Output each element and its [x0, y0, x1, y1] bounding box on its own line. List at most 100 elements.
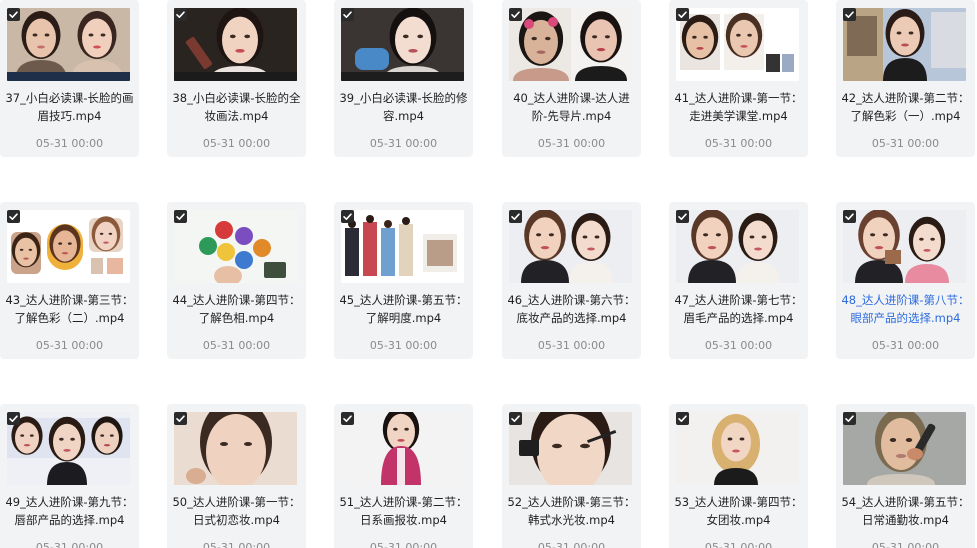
- file-card[interactable]: 41_达人进阶课-第一节：走进美学课堂.mp4 05-31 00:00: [669, 0, 808, 157]
- file-name[interactable]: 43_达人进阶课-第三节：了解色彩（二）.mp4: [4, 291, 135, 327]
- checkbox-checked-icon[interactable]: [509, 412, 522, 425]
- file-name[interactable]: 48_达人进阶课-第八节：眼部产品的选择.mp4: [840, 291, 971, 327]
- file-name[interactable]: 44_达人进阶课-第四节：了解色相.mp4: [171, 291, 302, 327]
- file-date: 05-31 00:00: [704, 541, 773, 548]
- file-date: 05-31 00:00: [202, 339, 271, 352]
- file-card[interactable]: 40_达人进阶课-达人进阶-先导片.mp4 05-31 00:00: [502, 0, 641, 157]
- checkbox-checked-icon[interactable]: [509, 8, 522, 21]
- file-name[interactable]: 54_达人进阶课-第五节：日常通勤妆.mp4: [840, 493, 971, 529]
- video-thumbnail[interactable]: [509, 210, 632, 283]
- thumbnail-image: [7, 210, 130, 283]
- thumbnail-image: [676, 8, 799, 81]
- file-name[interactable]: 45_达人进阶课-第五节：了解明度.mp4: [338, 291, 469, 327]
- video-thumbnail[interactable]: [676, 210, 799, 283]
- checkbox-checked-icon[interactable]: [7, 412, 20, 425]
- video-thumbnail[interactable]: [174, 412, 297, 485]
- file-card[interactable]: 48_达人进阶课-第八节：眼部产品的选择.mp4 05-31 00:00: [836, 202, 975, 359]
- checkbox-checked-icon[interactable]: [676, 210, 689, 223]
- checkbox-checked-icon[interactable]: [676, 412, 689, 425]
- file-date: 05-31 00:00: [704, 137, 773, 150]
- file-card[interactable]: 53_达人进阶课-第四节：女团妆.mp4 05-31 00:00: [669, 404, 808, 548]
- thumbnail-image: [509, 412, 632, 485]
- video-thumbnail[interactable]: [174, 8, 297, 81]
- video-thumbnail[interactable]: [7, 8, 130, 81]
- video-thumbnail[interactable]: [509, 8, 632, 81]
- checkbox-checked-icon[interactable]: [843, 210, 856, 223]
- thumbnail-image: [509, 210, 632, 283]
- checkbox-checked-icon[interactable]: [341, 210, 354, 223]
- checkbox-checked-icon[interactable]: [843, 8, 856, 21]
- checkbox-checked-icon[interactable]: [7, 210, 20, 223]
- video-thumbnail[interactable]: [174, 210, 297, 283]
- thumbnail-image: [341, 210, 464, 283]
- file-card[interactable]: 43_达人进阶课-第三节：了解色彩（二）.mp4 05-31 00:00: [0, 202, 139, 359]
- file-name[interactable]: 41_达人进阶课-第一节：走进美学课堂.mp4: [673, 89, 804, 125]
- checkbox-checked-icon[interactable]: [174, 8, 187, 21]
- video-thumbnail[interactable]: [341, 8, 464, 81]
- file-date: 05-31 00:00: [871, 339, 940, 352]
- file-card[interactable]: 47_达人进阶课-第七节：眉毛产品的选择.mp4 05-31 00:00: [669, 202, 808, 359]
- file-name[interactable]: 49_达人进阶课-第九节：唇部产品的选择.mp4: [4, 493, 135, 529]
- file-card[interactable]: 52_达人进阶课-第三节：韩式水光妆.mp4 05-31 00:00: [502, 404, 641, 548]
- thumbnail-image: [341, 8, 464, 81]
- file-date: 05-31 00:00: [369, 339, 438, 352]
- thumbnail-image: [843, 210, 966, 283]
- file-name[interactable]: 42_达人进阶课-第二节：了解色彩（一）.mp4: [840, 89, 971, 125]
- thumbnail-image: [843, 412, 966, 485]
- file-card[interactable]: 46_达人进阶课-第六节：底妆产品的选择.mp4 05-31 00:00: [502, 202, 641, 359]
- file-date: 05-31 00:00: [704, 339, 773, 352]
- file-card[interactable]: 50_达人进阶课-第一节：日式初恋妆.mp4 05-31 00:00: [167, 404, 306, 548]
- file-card[interactable]: 42_达人进阶课-第二节：了解色彩（一）.mp4 05-31 00:00: [836, 0, 975, 157]
- file-date: 05-31 00:00: [202, 541, 271, 548]
- checkbox-checked-icon[interactable]: [174, 412, 187, 425]
- thumbnail-image: [843, 8, 966, 81]
- video-thumbnail[interactable]: [676, 412, 799, 485]
- file-name[interactable]: 52_达人进阶课-第三节：韩式水光妆.mp4: [506, 493, 637, 529]
- thumbnail-image: [174, 412, 297, 485]
- file-name[interactable]: 38_小白必读课-长脸的全妆画法.mp4: [171, 89, 302, 125]
- checkbox-checked-icon[interactable]: [341, 8, 354, 21]
- file-name[interactable]: 51_达人进阶课-第二节：日系画报妆.mp4: [338, 493, 469, 529]
- file-name[interactable]: 47_达人进阶课-第七节：眉毛产品的选择.mp4: [673, 291, 804, 327]
- file-card[interactable]: 49_达人进阶课-第九节：唇部产品的选择.mp4 05-31 00:00: [0, 404, 139, 548]
- video-thumbnail[interactable]: [843, 412, 966, 485]
- file-card[interactable]: 51_达人进阶课-第二节：日系画报妆.mp4 05-31 00:00: [334, 404, 473, 548]
- video-thumbnail[interactable]: [7, 412, 130, 485]
- thumbnail-image: [7, 8, 130, 81]
- video-thumbnail[interactable]: [7, 210, 130, 283]
- checkbox-checked-icon[interactable]: [676, 8, 689, 21]
- file-card[interactable]: 39_小白必读课-长脸的修容.mp4 05-31 00:00: [334, 0, 473, 157]
- video-thumbnail[interactable]: [509, 412, 632, 485]
- file-card[interactable]: 38_小白必读课-长脸的全妆画法.mp4 05-31 00:00: [167, 0, 306, 157]
- checkbox-checked-icon[interactable]: [174, 210, 187, 223]
- thumbnail-image: [676, 412, 799, 485]
- file-card[interactable]: 44_达人进阶课-第四节：了解色相.mp4 05-31 00:00: [167, 202, 306, 359]
- file-name[interactable]: 37_小白必读课-长脸的画眉技巧.mp4: [4, 89, 135, 125]
- checkbox-checked-icon[interactable]: [341, 412, 354, 425]
- video-thumbnail[interactable]: [843, 8, 966, 81]
- file-name[interactable]: 40_达人进阶课-达人进阶-先导片.mp4: [506, 89, 637, 125]
- video-thumbnail[interactable]: [341, 412, 464, 485]
- file-name[interactable]: 39_小白必读课-长脸的修容.mp4: [338, 89, 469, 125]
- thumbnail-image: [509, 8, 632, 81]
- checkbox-checked-icon[interactable]: [843, 412, 856, 425]
- file-card[interactable]: 37_小白必读课-长脸的画眉技巧.mp4 05-31 00:00: [0, 0, 139, 157]
- thumbnail-image: [7, 412, 130, 485]
- file-date: 05-31 00:00: [871, 541, 940, 548]
- file-name[interactable]: 53_达人进阶课-第四节：女团妆.mp4: [673, 493, 804, 529]
- file-date: 05-31 00:00: [871, 137, 940, 150]
- file-date: 05-31 00:00: [35, 339, 104, 352]
- checkbox-checked-icon[interactable]: [7, 8, 20, 21]
- thumbnail-image: [174, 8, 297, 81]
- file-name[interactable]: 46_达人进阶课-第六节：底妆产品的选择.mp4: [506, 291, 637, 327]
- video-thumbnail[interactable]: [676, 8, 799, 81]
- thumbnail-image: [341, 412, 464, 485]
- video-thumbnail[interactable]: [843, 210, 966, 283]
- thumbnail-image: [174, 210, 297, 283]
- file-card[interactable]: 45_达人进阶课-第五节：了解明度.mp4 05-31 00:00: [334, 202, 473, 359]
- video-thumbnail[interactable]: [341, 210, 464, 283]
- file-name[interactable]: 50_达人进阶课-第一节：日式初恋妆.mp4: [171, 493, 302, 529]
- file-card[interactable]: 54_达人进阶课-第五节：日常通勤妆.mp4 05-31 00:00: [836, 404, 975, 548]
- file-date: 05-31 00:00: [369, 137, 438, 150]
- checkbox-checked-icon[interactable]: [509, 210, 522, 223]
